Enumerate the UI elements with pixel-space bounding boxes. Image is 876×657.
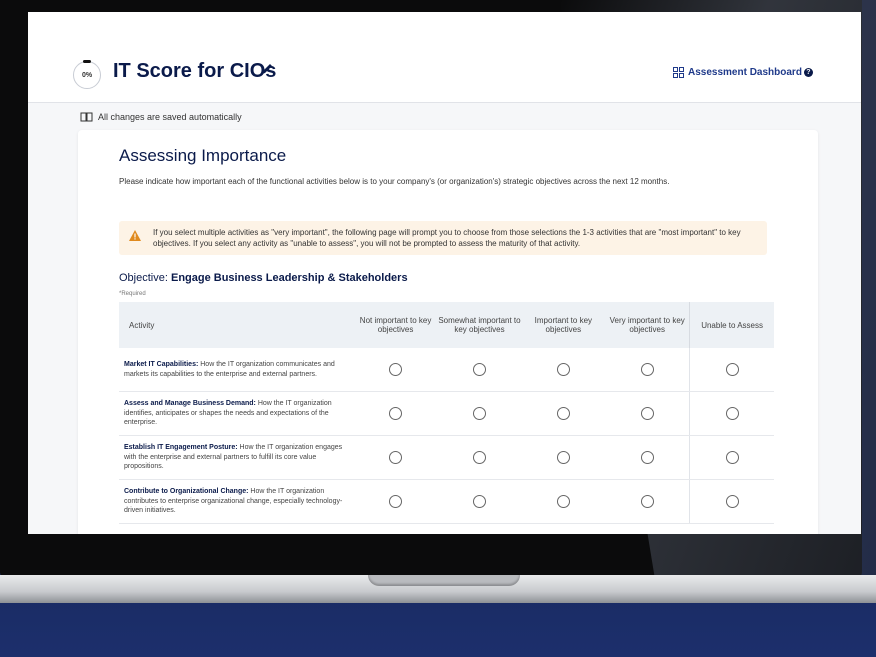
radio-unable-to-assess[interactable] (725, 407, 739, 420)
page-title: IT Score for CIOs (113, 60, 277, 82)
table-row: Market IT Capabilities: How the IT organ… (119, 348, 774, 392)
autosave-note: All changes are saved automatically (80, 112, 242, 122)
activity-cell: Contribute to Organizational Change: How… (119, 487, 354, 516)
table-header: Activity Not important to key objectives… (119, 302, 774, 348)
laptop-screen: 0% IT Score for CIOs Assessment Dashboar… (28, 12, 861, 534)
radio-not-important[interactable] (389, 363, 403, 376)
radio-important[interactable] (556, 363, 570, 376)
activity-cell: Establish IT Engagement Posture: How the… (119, 443, 354, 472)
radio-very-important[interactable] (640, 495, 654, 508)
radio-somewhat-important[interactable] (472, 363, 486, 376)
activity-name: Contribute to Organizational Change: (124, 488, 249, 496)
radio-somewhat-important[interactable] (472, 451, 486, 464)
warning-banner: If you select multiple activities as "ve… (119, 221, 767, 255)
section-title: Assessing Importance (119, 146, 287, 165)
activity-name: Assess and Manage Business Demand: (124, 400, 256, 408)
radio-very-important[interactable] (640, 363, 654, 376)
objective-prefix: Objective: (119, 272, 168, 284)
radio-very-important[interactable] (640, 407, 654, 420)
column-header-unable-to-assess: Unable to Assess (689, 302, 774, 348)
pencil-icon[interactable] (260, 62, 274, 76)
radio-not-important[interactable] (389, 495, 403, 508)
column-header-important: Important to key objectives (534, 316, 593, 334)
objective-heading: Objective: Engage Business Leadership & … (119, 272, 408, 284)
help-icon[interactable]: ? (803, 68, 813, 77)
radio-somewhat-important[interactable] (472, 495, 486, 508)
radio-not-important[interactable] (389, 407, 403, 420)
table-row: Contribute to Organizational Change: How… (119, 480, 774, 524)
radio-important[interactable] (556, 451, 570, 464)
book-icon (80, 112, 93, 122)
section-intro: Please indicate how important each of th… (119, 177, 670, 186)
warning-text: If you select multiple activities as "ve… (153, 228, 741, 248)
required-note: *Required (119, 291, 146, 297)
radio-important[interactable] (556, 495, 570, 508)
column-header-not-important: Not important to key objectives (359, 316, 432, 334)
progress-indicator: 0% (73, 60, 101, 89)
table-row: Assess and Manage Business Demand: How t… (119, 392, 774, 436)
objective-name: Engage Business Leadership & Stakeholder… (170, 272, 408, 284)
activity-cell: Market IT Capabilities: How the IT organ… (119, 360, 354, 379)
dashboard-link-label: Assessment Dashboard (688, 67, 802, 78)
assessment-card: Assessing Importance Please indicate how… (78, 130, 818, 534)
autosave-text: All changes are saved automatically (98, 112, 242, 122)
column-header-very-important: Very important to key objectives (609, 316, 685, 334)
app-header: 0% IT Score for CIOs Assessment Dashboar… (28, 12, 861, 103)
radio-very-important[interactable] (640, 451, 654, 464)
activity-name: Market IT Capabilities: (124, 361, 199, 368)
warning-icon (129, 230, 141, 241)
radio-important[interactable] (556, 407, 570, 420)
activity-name: Establish IT Engagement Posture: (124, 444, 238, 452)
column-header-somewhat-important: Somewhat important to key objectives (438, 316, 521, 334)
laptop-hinge-notch (368, 575, 520, 586)
progress-label: 0% (81, 71, 93, 79)
radio-not-important[interactable] (389, 451, 403, 464)
activity-cell: Assess and Manage Business Demand: How t… (119, 399, 354, 428)
radio-unable-to-assess[interactable] (725, 451, 739, 464)
grid-icon (673, 67, 684, 78)
radio-unable-to-assess[interactable] (725, 363, 739, 376)
column-header-activity: Activity (129, 320, 155, 330)
importance-table: Activity Not important to key objectives… (119, 302, 774, 524)
assessment-dashboard-link[interactable]: Assessment Dashboard ? (673, 67, 813, 78)
radio-somewhat-important[interactable] (472, 407, 486, 420)
radio-unable-to-assess[interactable] (725, 495, 739, 508)
table-row: Establish IT Engagement Posture: How the… (119, 436, 774, 480)
